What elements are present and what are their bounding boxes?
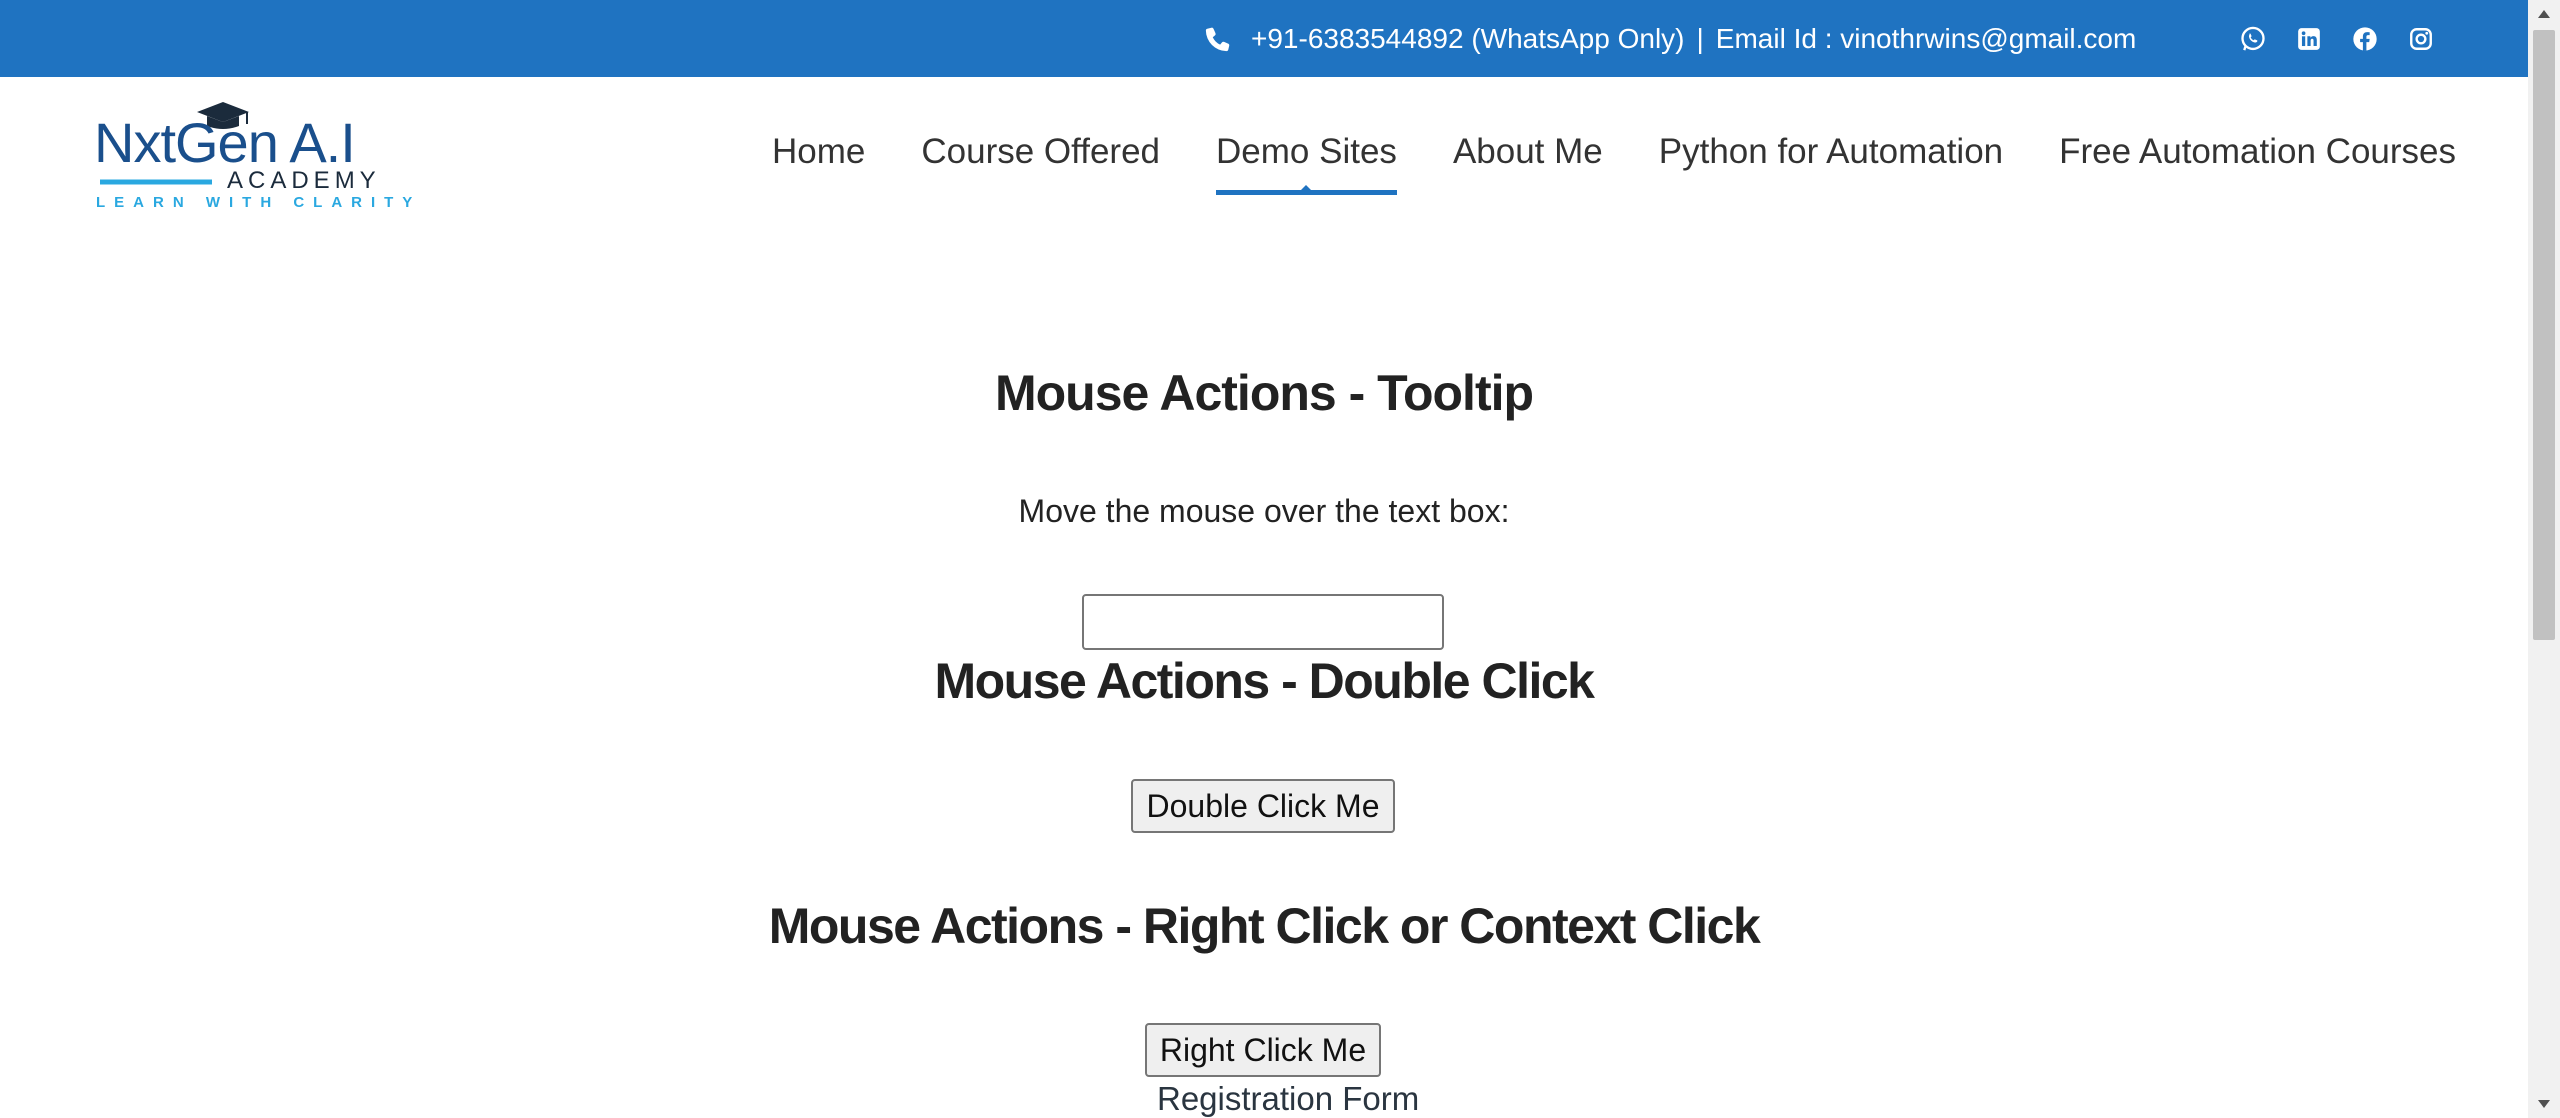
tooltip-text-box[interactable] xyxy=(1082,594,1444,650)
logo-tagline: LEARN WITH CLARITY xyxy=(96,194,412,211)
site-logo[interactable]: NxtGen A.I ACADEMY LEARN WITH CLARITY xyxy=(92,100,412,215)
scrollbar-thumb[interactable] xyxy=(2533,30,2555,640)
nav-item-about-me[interactable]: About Me xyxy=(1453,132,1603,172)
top-contact-bar: +91-6383544892 (WhatsApp Only) | Email I… xyxy=(0,0,2528,77)
contact-separator: | xyxy=(1696,22,1704,54)
nav-item-demo-sites[interactable]: Demo Sites xyxy=(1216,132,1397,195)
tooltip-instruction: Move the mouse over the text box: xyxy=(1018,493,1510,529)
email-address: Email Id : vinothrwins@gmail.com xyxy=(1715,22,2137,54)
registration-form-link[interactable]: Registration Form xyxy=(1157,1080,1419,1118)
nav-item-python-for-automation[interactable]: Python for Automation xyxy=(1659,132,2003,172)
page-content: +91-6383544892 (WhatsApp Only) | Email I… xyxy=(0,0,2528,1118)
scroll-up-arrow-icon[interactable] xyxy=(2528,0,2560,28)
linkedin-icon[interactable] xyxy=(2294,24,2324,54)
double-click-button[interactable]: Double Click Me xyxy=(1131,779,1395,833)
nav-item-course-offered[interactable]: Course Offered xyxy=(921,132,1160,172)
nav-item-home[interactable]: Home xyxy=(772,132,865,172)
tooltip-heading: Mouse Actions - Tooltip xyxy=(994,365,1534,421)
scroll-down-arrow-icon[interactable] xyxy=(2528,1090,2560,1118)
vertical-scrollbar[interactable] xyxy=(2528,0,2560,1118)
logo-subtitle: ACADEMY xyxy=(227,167,381,194)
right-click-button[interactable]: Right Click Me xyxy=(1145,1023,1381,1077)
right-click-heading: Mouse Actions - Right Click or Context C… xyxy=(768,898,1761,954)
main-nav: Home Course Offered Demo Sites About Me … xyxy=(772,127,2456,195)
social-links xyxy=(2238,0,2436,77)
instagram-icon[interactable] xyxy=(2406,24,2436,54)
double-click-heading: Mouse Actions - Double Click xyxy=(934,653,1595,709)
logo-brand: NxtGen A.I xyxy=(94,111,355,174)
whatsapp-icon[interactable] xyxy=(2238,24,2268,54)
nav-item-free-automation-courses[interactable]: Free Automation Courses xyxy=(2059,132,2456,172)
facebook-icon[interactable] xyxy=(2350,24,2380,54)
phone-icon xyxy=(1203,24,1233,54)
page: +91-6383544892 (WhatsApp Only) | Email I… xyxy=(0,0,2560,1118)
phone-number: +91-6383544892 (WhatsApp Only) xyxy=(1251,22,1685,54)
contact-info: +91-6383544892 (WhatsApp Only) | Email I… xyxy=(1203,0,2136,77)
